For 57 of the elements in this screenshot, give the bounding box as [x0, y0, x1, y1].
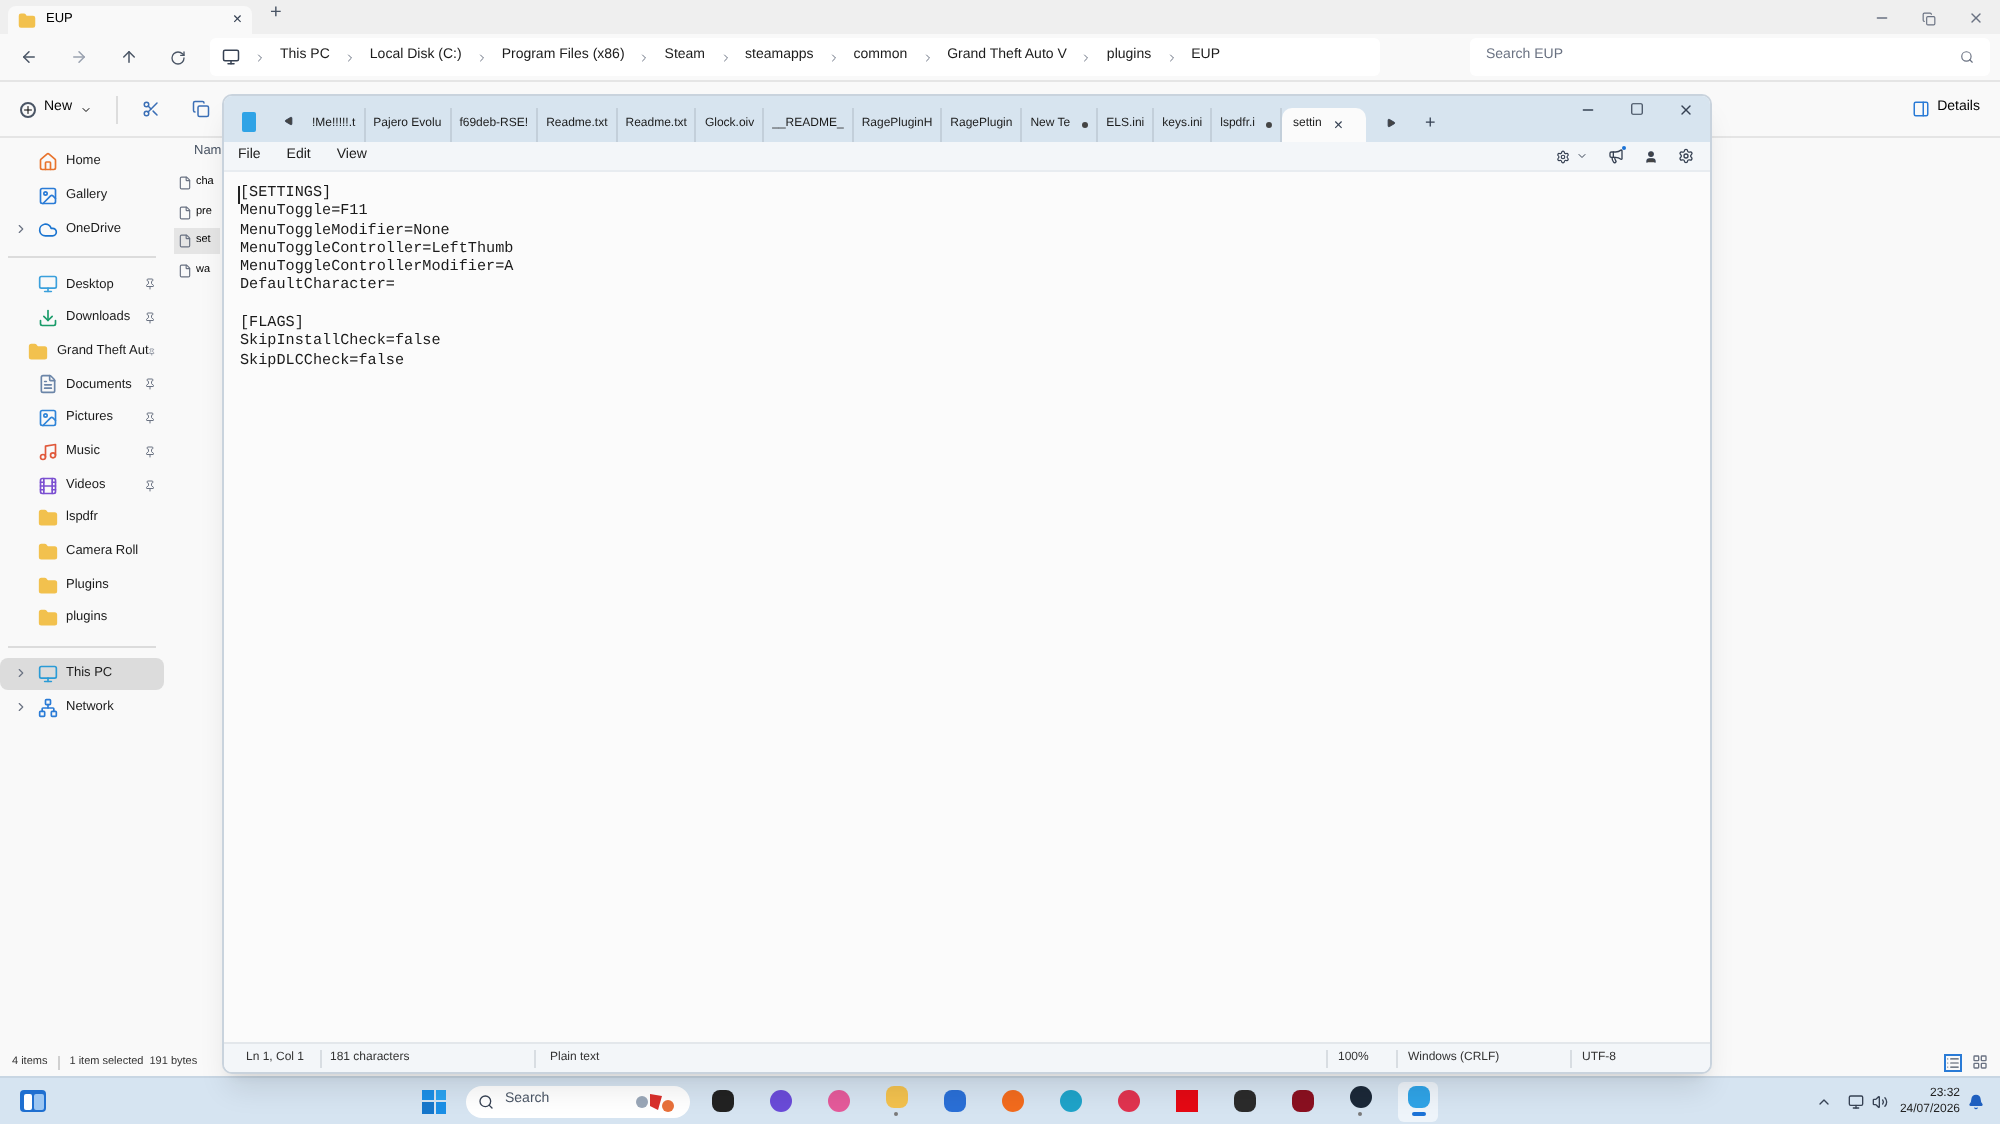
file-icon [178, 205, 192, 219]
close-icon[interactable] [1968, 10, 1984, 26]
music-icon [38, 441, 58, 462]
announcement-icon[interactable] [1608, 148, 1624, 164]
new-tab-button[interactable]: + [1424, 109, 1436, 136]
document-icon [38, 374, 58, 395]
file-icon [178, 176, 192, 190]
search-icon [478, 1093, 495, 1109]
chevron-icon [1080, 51, 1093, 63]
caret-icon [80, 103, 93, 115]
download-icon [38, 308, 58, 329]
chevron-icon [343, 51, 356, 63]
home-icon [38, 152, 58, 173]
computer-icon [38, 663, 58, 684]
computer-icon [222, 48, 240, 66]
search-highlight-icon [634, 1091, 679, 1111]
chevron-icon[interactable] [13, 222, 27, 237]
back-icon[interactable] [20, 48, 38, 66]
chevron-icon [638, 51, 651, 63]
new-tab-button[interactable]: + [270, 0, 282, 28]
chevron-icon [254, 51, 266, 63]
chevron-icon [475, 51, 488, 63]
pictures-icon [38, 408, 58, 429]
scroll-left-icon[interactable] [284, 116, 294, 126]
list-view-icon[interactable] [1944, 1053, 1962, 1071]
tiles-view-icon[interactable] [1972, 1054, 1988, 1070]
refresh-icon[interactable] [170, 49, 186, 65]
notification-icon[interactable] [1968, 1093, 1984, 1109]
chevron-icon [719, 51, 732, 63]
up-icon[interactable] [120, 48, 138, 66]
close-icon[interactable] [1678, 102, 1694, 118]
close-button[interactable]: × [232, 8, 242, 32]
gallery-icon [38, 186, 58, 207]
account-icon[interactable] [1644, 149, 1658, 163]
volume-icon[interactable] [1871, 1093, 1888, 1109]
chevron-icon [827, 51, 840, 63]
search-icon [1960, 50, 1974, 64]
cut-icon[interactable] [142, 100, 161, 118]
restore-icon[interactable] [1922, 11, 1936, 25]
maximize-icon[interactable] [1630, 102, 1644, 116]
start-icon[interactable] [422, 1089, 447, 1113]
copy-icon[interactable] [192, 100, 211, 118]
chevron-icon[interactable] [13, 700, 27, 715]
details-pane-icon [1911, 100, 1930, 118]
plus-icon [20, 101, 36, 117]
chevron-icon[interactable] [13, 666, 27, 681]
scroll-right-icon[interactable] [1386, 118, 1397, 128]
chevron-icon [1165, 51, 1178, 63]
chevron-icon [921, 51, 934, 63]
close-button[interactable]: × [1333, 113, 1343, 137]
file-icon [178, 263, 192, 277]
widgets-icon[interactable] [20, 1090, 46, 1112]
cloud-icon [38, 219, 58, 240]
file-icon [178, 234, 192, 248]
video-icon [38, 475, 58, 496]
settings-icon[interactable] [1678, 148, 1694, 164]
desktop-icon [38, 274, 58, 295]
